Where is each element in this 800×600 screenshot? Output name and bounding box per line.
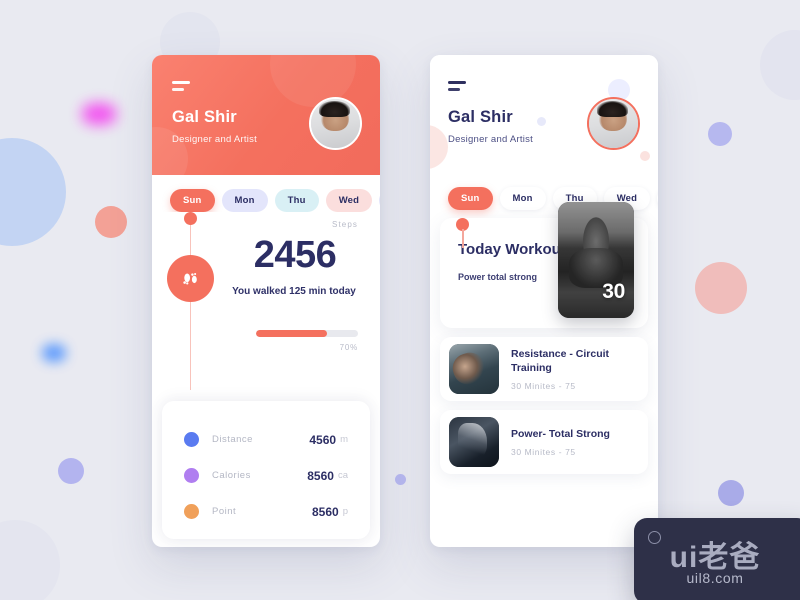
stat-row: Calories 8560 ca: [184, 468, 348, 483]
workout-meta: 30 Minites - 75: [511, 447, 576, 458]
timeline-line: [462, 229, 464, 248]
progress-track: [256, 330, 358, 337]
background-blob: [695, 262, 747, 314]
workout-title: Resistance - Circuit Training: [511, 347, 610, 374]
day-pill-m[interactable]: M: [379, 189, 380, 212]
stat-unit: ca: [337, 470, 348, 481]
timeline-line: [190, 218, 192, 390]
stat-label: Calories: [212, 470, 251, 481]
stat-row: Point 8560 p: [184, 504, 348, 519]
background-blob: [95, 206, 127, 238]
background-blob: [82, 103, 116, 125]
avatar-photo: [589, 99, 638, 148]
steps-subtitle: You walked 125 min today: [232, 286, 356, 297]
phone-screen-workout: Gal Shir Designer and Artist Sun Mon Thu We…: [430, 55, 658, 547]
day-pill-sun[interactable]: Sun: [448, 187, 493, 210]
background-blob: [0, 520, 60, 600]
footprints-icon: [167, 255, 214, 302]
header-decoration: [430, 125, 448, 169]
day-pill-sun[interactable]: Sun: [170, 189, 215, 212]
workout-thumbnail: [449, 344, 499, 394]
stats-card: Distance 4560 m Calories 8560 ca Point 8560 p: [162, 401, 370, 539]
workout-title: Power- Total Strong: [511, 427, 610, 440]
screenshot-stage: Gal Shir Designer and Artist Sun Mon Thu We…: [0, 0, 800, 600]
steps-label: Steps: [332, 220, 358, 229]
profile-header-white: Gal Shir Designer and Artist: [430, 55, 658, 173]
background-blob: [42, 344, 66, 362]
progress-fill: [256, 330, 328, 337]
day-pill-wed[interactable]: Wed: [325, 189, 373, 212]
steps-panel: Steps 2456 You walked 125 min today 70%: [152, 212, 380, 394]
profile-header-coral: Gal Shir Designer and Artist: [152, 55, 380, 175]
stat-color-dot: [184, 504, 199, 519]
today-workout-card[interactable]: Today Workout Power total strong 30: [440, 202, 648, 328]
avatar[interactable]: [309, 97, 362, 150]
timeline-dot: [184, 212, 197, 225]
stat-unit: p: [342, 506, 348, 517]
avatar[interactable]: [587, 97, 640, 150]
workout-thumbnail: [449, 417, 499, 467]
stat-label: Distance: [212, 434, 253, 445]
progress-bar: 70%: [256, 330, 358, 352]
workout-thumbnail-art: [449, 344, 499, 394]
watermark-url: uil8.com: [686, 570, 744, 586]
stat-unit: m: [340, 434, 348, 445]
stat-value: 8560: [307, 468, 334, 483]
background-blob: [395, 474, 406, 485]
progress-label: 70%: [339, 343, 358, 352]
workout-meta: 30 Minites - 75: [511, 381, 576, 392]
watermark: ui老爸 uil8.com: [634, 518, 800, 600]
header-decoration: [537, 117, 546, 126]
header-decoration: [640, 151, 650, 161]
today-workout-photo: 30: [558, 202, 634, 318]
day-pill-mon[interactable]: Mon: [221, 189, 268, 212]
workout-thumbnail-art: [449, 417, 499, 467]
phone-screen-activity: Gal Shir Designer and Artist Sun Mon Thu We…: [152, 55, 380, 547]
stat-color-dot: [184, 432, 199, 447]
day-pill-m[interactable]: M: [657, 187, 658, 210]
stat-label: Point: [212, 506, 237, 517]
stat-value: 4560: [309, 432, 337, 447]
background-blob: [760, 30, 800, 100]
stat-color-dot: [184, 468, 199, 483]
hamburger-menu-icon[interactable]: [172, 81, 190, 91]
hamburger-menu-icon[interactable]: [448, 81, 466, 91]
day-pill-mon[interactable]: Mon: [499, 187, 546, 210]
background-blob: [718, 480, 744, 506]
steps-value: 2456: [253, 234, 337, 276]
day-selector[interactable]: Sun Mon Thu Wed M: [152, 175, 380, 212]
background-blob: [0, 138, 66, 246]
today-workout-title: Today Workout: [458, 241, 566, 258]
today-workout-section: Today Workout Power total strong 30: [430, 202, 658, 328]
background-blob: [708, 122, 732, 146]
stat-row: Distance 4560 m: [184, 432, 348, 447]
workout-list-item[interactable]: Power- Total Strong 30 Minites - 75: [440, 410, 648, 474]
workout-list: Resistance - Circuit Training 30 Minites …: [430, 337, 658, 474]
avatar-photo: [311, 99, 360, 148]
background-blob: [58, 458, 84, 484]
today-workout-badge: 30: [602, 280, 625, 303]
day-pill-thu[interactable]: Thu: [274, 189, 319, 212]
stat-value: 8560: [312, 504, 339, 519]
workout-list-item[interactable]: Resistance - Circuit Training 30 Minites …: [440, 337, 648, 401]
